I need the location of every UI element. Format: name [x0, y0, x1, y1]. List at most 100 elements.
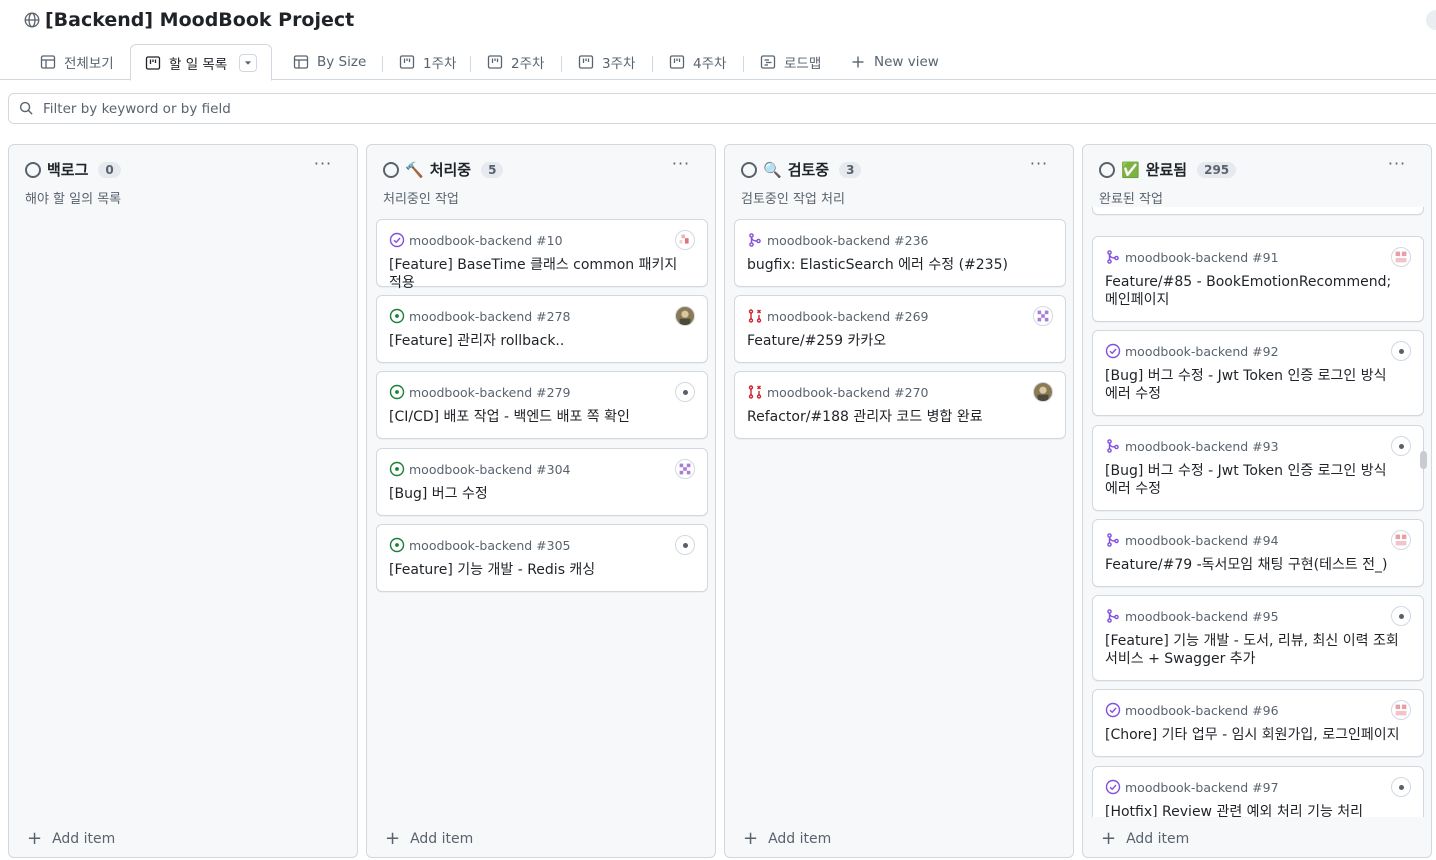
check-mark-icon: ✅ [1121, 160, 1140, 179]
merged-pr-icon [749, 233, 761, 247]
header-action-button[interactable] [1426, 10, 1436, 30]
closed-issue-icon [1105, 343, 1121, 359]
column-scroll-area[interactable]: moodbook-backend #91 Feature/#85 - BookE… [1083, 207, 1431, 817]
card-title: [Hotfix] Review 관련 예외 처리 기능 처리 [1105, 804, 1364, 817]
closed-issue-icon [389, 232, 405, 248]
new-view-button[interactable]: New view [850, 44, 939, 80]
column-menu-button[interactable]: ··· [1383, 156, 1411, 177]
default-avatar[interactable] [1391, 341, 1411, 361]
add-item-button[interactable]: + Add item [385, 830, 473, 848]
card-title: [Feature] 관리자 rollback.. [389, 333, 565, 349]
card[interactable]: moodbook-backend #304 [Bug] 버그 수정 [376, 448, 708, 516]
pixel-avatar[interactable] [1391, 247, 1411, 267]
card-title: [Feature] 기능 개발 - Redis 캐싱 [389, 562, 596, 578]
tab-week-3[interactable]: 3주차 [578, 44, 635, 80]
card-repo: moodbook-backend #93 [1125, 438, 1279, 454]
card-repo: moodbook-backend #96 [1125, 702, 1279, 718]
project-header: [Backend] MoodBook Project [0, 0, 1436, 44]
open-issue-icon [389, 384, 405, 400]
page-scrollbar[interactable] [1420, 451, 1427, 469]
column-done: ✅ 완료됨 295 완료된 작업 ··· moodbook-backend #9… [1082, 144, 1432, 858]
column-header: 백로그 0 [25, 159, 121, 180]
board-icon [487, 55, 503, 69]
card-title: Refactor/#188 관리자 코드 병합 완료 [747, 409, 983, 425]
column-in-review: 🔍 검토중 3 검토중인 작업 처리 ··· moodbook-backend … [724, 144, 1074, 858]
card-meta: moodbook-backend #279 [389, 384, 571, 400]
tab-week-1[interactable]: 1주차 [399, 44, 456, 80]
identicon-avatar[interactable] [675, 459, 695, 479]
card[interactable]: moodbook-backend #270 Refactor/#188 관리자 … [734, 371, 1066, 439]
column-menu-button[interactable]: ··· [667, 156, 695, 177]
card[interactable]: moodbook-backend #91 Feature/#85 - BookE… [1092, 236, 1424, 322]
card-title: [Feature] 기능 개발 - 도서, 리뷰, 최신 이력 조회 서비스 +… [1105, 633, 1399, 667]
default-avatar[interactable] [1391, 606, 1411, 626]
card[interactable]: moodbook-backend #96 [Chore] 기타 업무 - 임시 … [1092, 689, 1424, 757]
default-avatar[interactable] [675, 535, 695, 555]
view-tabs: 전체보기 할 일 목록 By Size 1주차 2주차 3주차 4주차 로드맵 … [0, 44, 1436, 81]
card[interactable]: moodbook-backend #95 [Feature] 기능 개발 - 도… [1092, 595, 1424, 681]
card[interactable]: moodbook-backend #279 [CI/CD] 배포 작업 - 백엔… [376, 371, 708, 439]
card-title: [Feature] BaseTime 클래스 common 패키지 적용 [389, 257, 678, 291]
card-repo: moodbook-backend #94 [1125, 532, 1279, 548]
card-meta: moodbook-backend #95 [1105, 608, 1279, 624]
column-description: 검토중인 작업 처리 [741, 192, 845, 207]
tab-by-size[interactable]: By Size [293, 44, 366, 80]
board-icon [399, 55, 415, 69]
column-menu-button[interactable]: ··· [309, 156, 337, 177]
tab-label: 3주차 [602, 56, 636, 72]
avatar-dot [682, 542, 688, 548]
card[interactable]: moodbook-backend #94 Feature/#79 -독서모임 채… [1092, 519, 1424, 587]
card[interactable]: moodbook-backend #305 [Feature] 기능 개발 - … [376, 524, 708, 592]
card-repo: moodbook-backend #95 [1125, 608, 1279, 624]
card[interactable]: moodbook-backend #269 Feature/#259 카카오 [734, 295, 1066, 363]
pixel-avatar[interactable] [1391, 530, 1411, 550]
avatar-dot [1398, 613, 1404, 619]
photo-avatar[interactable] [1033, 382, 1053, 402]
default-avatar[interactable] [1391, 777, 1411, 797]
add-item-button[interactable]: + Add item [27, 830, 115, 848]
photo-avatar-icon [679, 310, 691, 325]
column-header: 🔨 처리중 5 [383, 159, 504, 180]
filter-input[interactable]: Filter by keyword or by field [8, 93, 1436, 124]
photo-avatar-icon [1037, 386, 1049, 401]
add-item-button[interactable]: + Add item [1101, 830, 1189, 848]
add-item-button[interactable]: + Add item [743, 830, 832, 848]
photo-avatar[interactable] [675, 306, 695, 326]
open-issue-icon [389, 537, 405, 553]
card-meta: moodbook-backend #270 [747, 384, 929, 400]
card[interactable]: moodbook-backend #97 [Hotfix] Review 관련 … [1092, 766, 1424, 817]
avatar-dot [1398, 443, 1404, 449]
default-avatar[interactable] [675, 382, 695, 402]
column-backlog: 백로그 0 해야 할 일의 목록 ··· + Add item [8, 144, 358, 858]
pixel-avatar[interactable] [1391, 700, 1411, 720]
tab-week-4[interactable]: 4주차 [669, 44, 726, 80]
card-partial[interactable] [1092, 207, 1424, 215]
column-menu-button[interactable]: ··· [1025, 156, 1053, 177]
board-icon [145, 55, 161, 70]
column-header: 🔍 검토중 3 [741, 159, 862, 180]
card-repo: moodbook-backend #269 [767, 308, 929, 324]
card[interactable]: moodbook-backend #278 [Feature] 관리자 roll… [376, 295, 708, 363]
card-meta: moodbook-backend #93 [1105, 438, 1279, 454]
column-in-progress: 🔨 처리중 5 처리중인 작업 ··· moodbook-backend #10… [366, 144, 716, 858]
card[interactable]: moodbook-backend #93 [Bug] 버그 수정 - Jwt T… [1092, 425, 1424, 511]
pixel-avatar[interactable] [675, 230, 695, 250]
identicon-avatar[interactable] [1033, 306, 1053, 326]
tab-week-2[interactable]: 2주차 [487, 44, 544, 80]
add-item-label: Add item [768, 831, 832, 847]
tab-overview[interactable]: 전체보기 [40, 44, 114, 80]
default-avatar[interactable] [1391, 436, 1411, 456]
card[interactable]: moodbook-backend #236 bugfix: ElasticSea… [734, 219, 1066, 287]
card-title: [Bug] 버그 수정 - Jwt Token 인증 로그인 방식 에러 수정 [1105, 368, 1387, 402]
tab-options-button[interactable] [239, 53, 258, 72]
tab-divider [743, 56, 744, 72]
closed-pr-icon [748, 309, 762, 323]
card[interactable]: moodbook-backend #10 [Feature] BaseTime … [376, 219, 708, 291]
card-meta: moodbook-backend #96 [1105, 702, 1279, 718]
tab-todo-list[interactable]: 할 일 목록 [130, 44, 273, 81]
tab-roadmap[interactable]: 로드맵 [760, 44, 821, 80]
card[interactable]: moodbook-backend #92 [Bug] 버그 수정 - Jwt T… [1092, 330, 1424, 416]
pixel-avatar-icon [1395, 534, 1407, 546]
magnifier-icon: 🔍 [763, 160, 782, 179]
table-icon [293, 55, 309, 69]
